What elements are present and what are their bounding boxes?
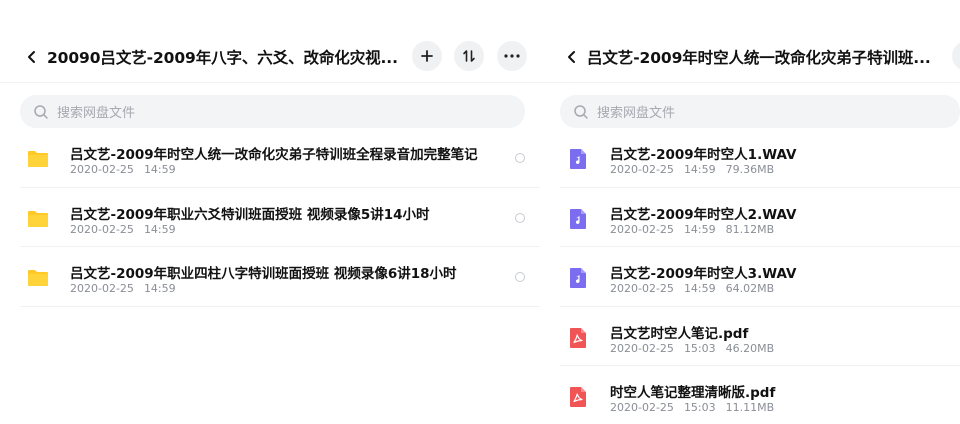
list-item[interactable]: 吕文艺-2009年时空人统一改命化灾弟子特训班全程录音加完整笔记 2020-02… [20, 128, 540, 188]
search-icon [574, 104, 588, 119]
divider [0, 82, 540, 83]
item-name: 吕文艺-2009年职业六爻特训班面授班 视频录像5讲14小时 [70, 206, 430, 223]
item-meta: 2020-02-25 14:59 [70, 222, 176, 236]
search-input[interactable]: 搜索网盘文件 [560, 95, 960, 128]
file-list: 吕文艺-2009年时空人1.WAV 2020-02-25 14:59 79.36MB… [540, 128, 960, 424]
chevron-left-icon[interactable] [560, 45, 584, 69]
item-meta: 2020-02-25 14:59 64.02MB [610, 282, 775, 295]
item-name: 吕文艺-2009年时空人2.WAV [610, 206, 797, 223]
header: 吕文艺-2009年时空人统一改命化灾弟子特训班... [540, 38, 960, 76]
sort-button[interactable] [454, 41, 484, 71]
left-panel: 20090吕文艺-2009年八字、六爻、改命化灾视... 搜索网盘文件 吕文艺-… [0, 0, 540, 424]
item-meta: 2020-02-25 15:03 46.20MB [610, 341, 775, 355]
pdf-file-icon [570, 327, 586, 348]
item-meta: 2020-02-25 14:59 81.12MB [610, 222, 775, 236]
folder-icon [28, 151, 48, 167]
item-meta: 2020-02-25 15:03 11.11MB [610, 401, 775, 414]
select-radio[interactable] [515, 153, 525, 163]
add-button[interactable] [412, 41, 442, 71]
search-input[interactable]: 搜索网盘文件 [20, 95, 525, 128]
right-panel: 吕文艺-2009年时空人统一改命化灾弟子特训班... 搜索网盘文件 吕文艺-20… [540, 0, 960, 424]
item-meta: 2020-02-25 14:59 [70, 163, 176, 176]
add-button[interactable] [952, 41, 960, 71]
select-radio[interactable] [515, 212, 525, 223]
item-name: 时空人笔记整理清晰版.pdf [610, 385, 776, 401]
more-button[interactable] [497, 41, 527, 71]
divider [540, 82, 960, 83]
audio-file-icon [570, 268, 586, 288]
list-item[interactable]: 吕文艺时空人笔记.pdf 2020-02-25 15:03 46.20MB [560, 307, 960, 366]
page-title: 20090吕文艺-2009年八字、六爻、改命化灾视... [47, 49, 397, 67]
page-title: 吕文艺-2009年时空人统一改命化灾弟子特训班... [587, 49, 931, 67]
list-item[interactable]: 吕文艺-2009年时空人1.WAV 2020-02-25 14:59 79.36MB [560, 128, 960, 188]
item-name: 吕文艺-2009年时空人1.WAV [610, 147, 797, 163]
chevron-left-icon[interactable] [20, 45, 44, 69]
more-icon [504, 54, 520, 58]
item-name: 吕文艺时空人笔记.pdf [610, 325, 749, 342]
sort-icon [463, 50, 475, 62]
list-item[interactable]: 吕文艺-2009年职业六爻特训班面授班 视频录像5讲14小时 2020-02-2… [20, 188, 540, 247]
search-placeholder: 搜索网盘文件 [57, 106, 136, 121]
audio-file-icon [570, 208, 586, 229]
item-meta: 2020-02-25 14:59 [70, 282, 176, 295]
list-item[interactable]: 吕文艺-2009年职业四柱八字特训班面授班 视频录像6讲18小时 2020-02… [20, 247, 540, 307]
folder-icon [28, 270, 48, 286]
folder-icon [28, 210, 48, 227]
pdf-file-icon [570, 387, 586, 407]
plus-icon [421, 50, 433, 62]
file-list: 吕文艺-2009年时空人统一改命化灾弟子特训班全程录音加完整笔记 2020-02… [0, 128, 540, 307]
search-icon [34, 104, 48, 119]
list-item[interactable]: 吕文艺-2009年时空人2.WAV 2020-02-25 14:59 81.12MB [560, 188, 960, 247]
item-name: 吕文艺-2009年时空人3.WAV [610, 266, 797, 282]
item-meta: 2020-02-25 14:59 79.36MB [610, 163, 775, 176]
item-name: 吕文艺-2009年时空人统一改命化灾弟子特训班全程录音加完整笔记 [70, 147, 478, 163]
item-name: 吕文艺-2009年职业四柱八字特训班面授班 视频录像6讲18小时 [70, 266, 457, 282]
audio-file-icon [570, 149, 586, 169]
list-item[interactable]: 吕文艺-2009年时空人3.WAV 2020-02-25 14:59 64.02MB [560, 247, 960, 307]
search-placeholder: 搜索网盘文件 [597, 106, 676, 121]
list-item[interactable]: 时空人笔记整理清晰版.pdf 2020-02-25 15:03 11.11MB [560, 366, 960, 424]
header: 20090吕文艺-2009年八字、六爻、改命化灾视... [0, 38, 540, 76]
select-radio[interactable] [515, 272, 525, 282]
